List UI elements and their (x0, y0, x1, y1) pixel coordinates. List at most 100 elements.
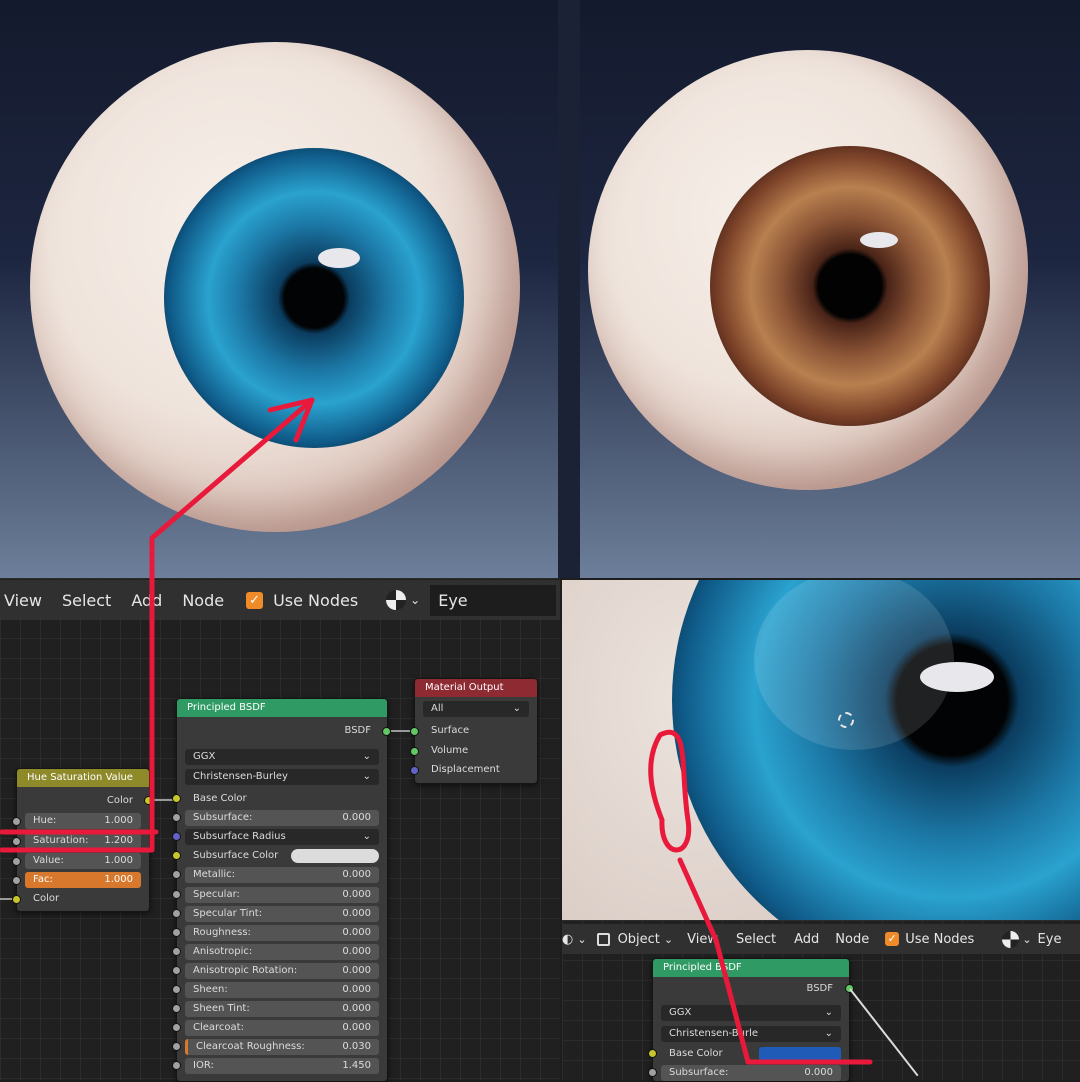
bsdf-row-value: 0.000 (342, 964, 371, 976)
bsdf-row-14[interactable]: IOR: 1.450 (185, 1058, 379, 1075)
saturation-socket[interactable] (12, 837, 21, 846)
subsurface-socket[interactable] (648, 1068, 657, 1077)
menu-add[interactable]: Add (794, 932, 819, 947)
object-mode-icon (596, 932, 610, 946)
fac-field[interactable]: Fac: 1.000 (25, 872, 141, 888)
bsdf-row-label: Subsurface Radius (193, 831, 286, 843)
specular-highlight (860, 232, 898, 248)
bsdf-row-9[interactable]: Anisotropic Rotation: 0.000 (185, 962, 379, 979)
displacement-socket[interactable] (410, 766, 419, 775)
use-nodes-checkbox[interactable]: ✓ (885, 932, 900, 946)
bsdf-input-socket[interactable] (172, 794, 181, 803)
value-field[interactable]: Value: 1.000 (25, 853, 141, 869)
saturation-field[interactable]: Saturation: 1.200 (25, 833, 141, 849)
hsv-color-output-socket[interactable] (144, 796, 153, 805)
chevron-down-icon[interactable]: ⌄ (577, 933, 586, 946)
bsdf-output-label: BSDF (344, 725, 371, 736)
material-name-field[interactable]: Eye (1038, 932, 1062, 947)
menu-view[interactable]: View (687, 932, 718, 947)
volume-socket[interactable] (410, 747, 419, 756)
material-preview-icon[interactable] (386, 590, 407, 610)
editor-type-icon[interactable]: ◐ (562, 932, 573, 947)
output-color-label: Color (106, 795, 133, 806)
material-output-node[interactable]: Material Output All ⌄ Surface Volume Disp… (414, 678, 538, 784)
material-name-field[interactable]: Eye (430, 584, 557, 616)
3d-cursor-icon[interactable] (838, 712, 854, 728)
subsurface-field[interactable]: Subsurface: 0.000 (661, 1065, 841, 1081)
hue-field[interactable]: Hue: 1.000 (25, 813, 141, 829)
bsdf-row-2[interactable]: Subsurface Radius ⌄ (185, 829, 379, 846)
hsv-color-input-socket[interactable] (12, 895, 21, 904)
subsurface-method-dropdown[interactable]: Christensen-Burle ⌄ (661, 1026, 841, 1042)
object-mode-dropdown[interactable]: Object (618, 932, 660, 947)
bsdf-input-socket[interactable] (172, 985, 181, 994)
subsurface-color-swatch[interactable] (291, 849, 379, 864)
bsdf-row-label: Anisotropic Rotation: (193, 964, 298, 976)
brown-iris (710, 146, 990, 426)
subsurface-method-dropdown[interactable]: Christensen-Burley ⌄ (185, 769, 379, 785)
hue-socket[interactable] (12, 817, 21, 826)
distribution-dropdown[interactable]: GGX ⌄ (661, 1005, 841, 1021)
bsdf-row-value: 1.450 (342, 1060, 371, 1072)
bsdf-row-value: 0.000 (342, 984, 371, 995)
menu-node[interactable]: Node (835, 932, 869, 947)
bsdf-row-5[interactable]: Specular: 0.000 (185, 886, 379, 903)
bsdf-row-4[interactable]: Metallic: 0.000 (185, 867, 379, 884)
bsdf-row-value: 0.030 (342, 1041, 371, 1053)
bsdf-row-11[interactable]: Sheen Tint: 0.000 (185, 1001, 379, 1018)
bsdf-row-label: Specular Tint: (193, 907, 263, 919)
surface-input-label: Surface (431, 725, 470, 736)
menu-add[interactable]: Add (131, 591, 162, 610)
node-title: Hue Saturation Value (17, 769, 149, 787)
output-target-dropdown[interactable]: All ⌄ (423, 701, 529, 717)
fac-socket[interactable] (12, 876, 21, 885)
bsdf-row-7[interactable]: Roughness: 0.000 (185, 924, 379, 941)
bsdf-row-label: Clearcoat Roughness: (196, 1041, 305, 1053)
bsdf-row-10[interactable]: Sheen: 0.000 (185, 982, 379, 998)
use-nodes-label: Use Nodes (905, 931, 975, 947)
node-title: Principled BSDF (653, 959, 849, 977)
blue-iris (164, 148, 464, 448)
bsdf-row-label: IOR: (193, 1060, 214, 1072)
material-preview-icon[interactable] (1002, 930, 1020, 948)
bsdf-row-value: 0.000 (342, 1003, 371, 1015)
bsdf-row-13[interactable]: Clearcoat Roughness: 0.030 (185, 1039, 379, 1056)
value-socket[interactable] (12, 857, 21, 866)
chevron-down-icon[interactable]: ⌄ (410, 593, 420, 607)
zoomed-eye-viewport[interactable] (562, 580, 1080, 920)
bsdf-row-label: Base Color (193, 793, 247, 804)
menu-node[interactable]: Node (182, 591, 224, 610)
menu-select[interactable]: Select (736, 932, 776, 947)
bsdf-row-0: Base Color (185, 791, 379, 807)
chevron-down-icon[interactable]: ⌄ (1022, 933, 1031, 946)
bsdf-row-6[interactable]: Specular Tint: 0.000 (185, 905, 379, 922)
bsdf-row-value: 0.000 (342, 945, 371, 957)
bsdf-row-3[interactable]: Subsurface Color (185, 848, 379, 864)
distribution-dropdown[interactable]: GGX ⌄ (185, 749, 379, 765)
bsdf-input-socket[interactable] (172, 908, 181, 918)
surface-socket[interactable] (410, 727, 419, 736)
bsdf-input-socket[interactable] (172, 927, 181, 937)
bsdf-input-socket[interactable] (172, 965, 181, 975)
brown-eye-render (580, 0, 1080, 578)
menu-view[interactable]: View (4, 591, 42, 610)
base-color-socket[interactable] (648, 1049, 657, 1058)
bsdf-row-value: 0.000 (342, 869, 371, 881)
specular-highlight (318, 248, 360, 268)
displacement-input-label: Displacement (431, 764, 500, 775)
use-nodes-checkbox[interactable]: ✓ (246, 591, 264, 609)
hue-saturation-value-node[interactable]: Hue Saturation Value Color Hue: 1.000 Sat… (16, 768, 150, 912)
bsdf-row-8[interactable]: Anisotropic: 0.000 (185, 943, 379, 960)
bsdf-row-12[interactable]: Clearcoat: 0.000 (185, 1020, 379, 1037)
bsdf-input-socket[interactable] (172, 946, 181, 956)
render-divider (558, 0, 580, 578)
bsdf-input-socket[interactable] (172, 889, 181, 899)
principled-bsdf-node-small[interactable]: Principled BSDF BSDF GGX ⌄ Christensen-Bu… (652, 958, 850, 1082)
base-color-swatch[interactable] (759, 1047, 841, 1061)
chevron-down-icon[interactable]: ⌄ (664, 933, 673, 946)
bsdf-row-1[interactable]: Subsurface: 0.000 (185, 810, 379, 827)
menu-select[interactable]: Select (62, 591, 111, 610)
bsdf-output-socket[interactable] (382, 727, 391, 736)
chevron-down-icon: ⌄ (362, 831, 371, 843)
principled-bsdf-node[interactable]: Principled BSDF BSDF GGX ⌄ Christensen-Bu… (176, 698, 388, 1082)
